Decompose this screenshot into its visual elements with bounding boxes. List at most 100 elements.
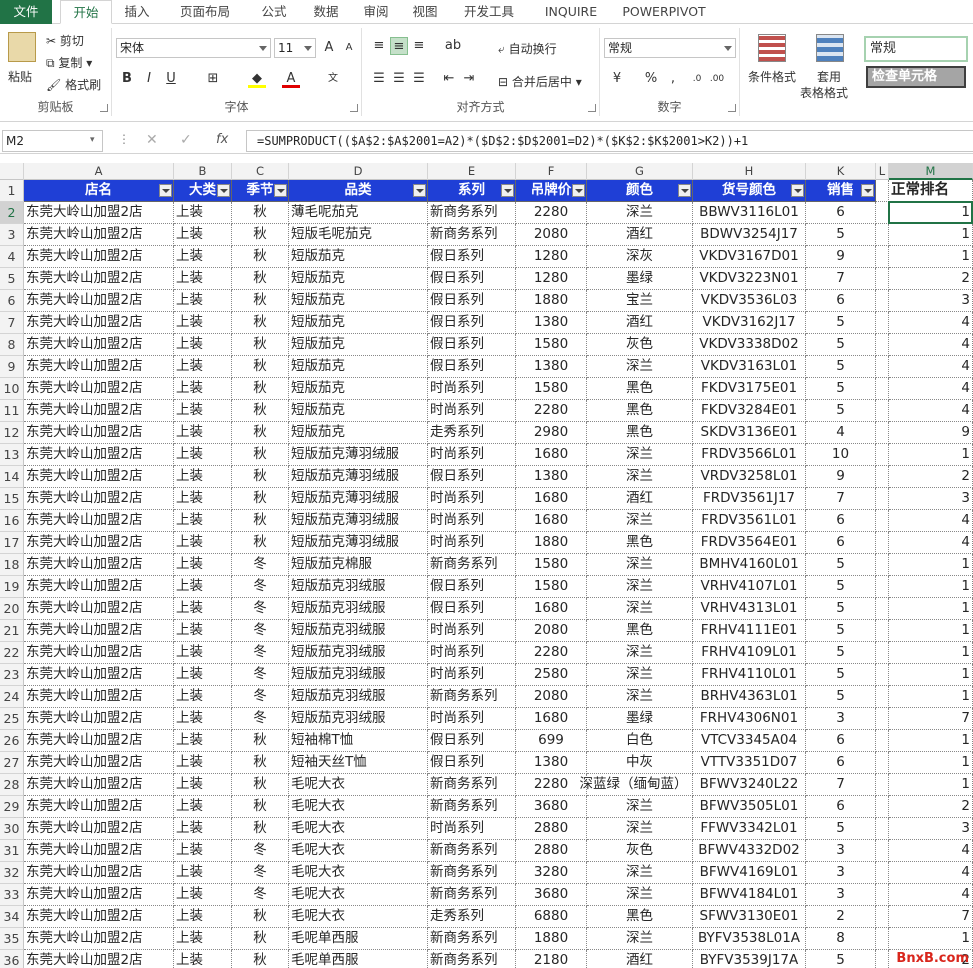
table-cell[interactable]: 上装 <box>174 840 232 862</box>
table-cell[interactable]: 5 <box>806 818 876 840</box>
table-cell[interactable]: 黑色 <box>587 532 693 554</box>
currency-icon[interactable]: ¥ <box>608 70 626 88</box>
table-cell[interactable]: 1580 <box>516 554 587 576</box>
format-painter-button[interactable]: 🖌 格式刷 <box>46 76 101 93</box>
table-cell[interactable]: 上装 <box>174 862 232 884</box>
table-cell[interactable]: 5 <box>806 576 876 598</box>
table-cell[interactable]: 毛呢大衣 <box>289 884 428 906</box>
row-header[interactable]: 32 <box>0 862 24 884</box>
table-cell[interactable]: 6 <box>806 730 876 752</box>
table-cell[interactable]: 东莞大岭山加盟2店 <box>24 928 174 950</box>
table-cell[interactable]: 深兰 <box>587 202 693 224</box>
table-cell[interactable]: 东莞大岭山加盟2店 <box>24 730 174 752</box>
table-cell[interactable]: 秋 <box>232 312 289 334</box>
filter-dropdown-icon[interactable] <box>501 184 514 197</box>
table-cell[interactable]: 新商务系列 <box>428 796 516 818</box>
table-cell[interactable]: 1680 <box>516 488 587 510</box>
table-cell[interactable]: 2880 <box>516 818 587 840</box>
table-cell[interactable]: 短版茄克羽绒服 <box>289 620 428 642</box>
table-cell[interactable]: 墨绿 <box>587 268 693 290</box>
row-header[interactable]: 20 <box>0 598 24 620</box>
table-cell[interactable]: 东莞大岭山加盟2店 <box>24 532 174 554</box>
header-cell[interactable]: 大类 <box>174 180 232 202</box>
rank-cell[interactable]: 4 <box>889 356 973 378</box>
table-cell[interactable]: 4 <box>806 422 876 444</box>
row-header[interactable]: 31 <box>0 840 24 862</box>
table-cell[interactable]: 走秀系列 <box>428 906 516 928</box>
row-header[interactable]: 7 <box>0 312 24 334</box>
header-cell[interactable]: 颜色 <box>587 180 693 202</box>
table-cell[interactable]: 6 <box>806 796 876 818</box>
table-cell[interactable]: 深兰 <box>587 356 693 378</box>
table-cell[interactable]: 中灰 <box>587 752 693 774</box>
table-cell[interactable]: 深灰 <box>587 246 693 268</box>
table-cell[interactable]: 5 <box>806 664 876 686</box>
column-header-e[interactable]: E <box>428 163 516 180</box>
table-cell[interactable]: 黑色 <box>587 378 693 400</box>
table-cell[interactable]: 2580 <box>516 664 587 686</box>
table-cell[interactable]: 秋 <box>232 290 289 312</box>
increase-indent-icon[interactable]: ⇥ <box>460 70 478 88</box>
bold-button[interactable]: B <box>118 70 136 88</box>
table-cell[interactable]: 冬 <box>232 862 289 884</box>
header-cell[interactable]: 货号颜色 <box>693 180 806 202</box>
table-cell[interactable]: 上装 <box>174 488 232 510</box>
table-cell[interactable] <box>876 862 889 884</box>
table-cell[interactable] <box>876 268 889 290</box>
rank-cell[interactable]: 3 <box>889 290 973 312</box>
filter-dropdown-icon[interactable] <box>678 184 691 197</box>
row-header[interactable]: 23 <box>0 664 24 686</box>
row-header[interactable]: 6 <box>0 290 24 312</box>
column-header-m[interactable]: M <box>889 163 973 180</box>
align-middle-icon[interactable]: ≡ <box>390 37 408 55</box>
table-cell[interactable]: 上装 <box>174 290 232 312</box>
table-cell[interactable]: 东莞大岭山加盟2店 <box>24 488 174 510</box>
table-cell[interactable]: 深兰 <box>587 664 693 686</box>
table-cell[interactable]: 3680 <box>516 796 587 818</box>
rank-cell[interactable]: 1 <box>889 730 973 752</box>
table-cell[interactable]: 时尚系列 <box>428 620 516 642</box>
table-cell[interactable]: 深兰 <box>587 466 693 488</box>
table-cell[interactable]: 假日系列 <box>428 752 516 774</box>
row-header[interactable]: 21 <box>0 620 24 642</box>
comma-button[interactable]: , <box>664 70 682 88</box>
table-cell[interactable]: 短袖棉T恤 <box>289 730 428 752</box>
table-cell[interactable]: 秋 <box>232 400 289 422</box>
table-cell[interactable]: 5 <box>806 224 876 246</box>
italic-button[interactable]: I <box>140 70 158 88</box>
tab-10[interactable]: POWERPIVOT <box>616 0 712 24</box>
table-cell[interactable]: 冬 <box>232 642 289 664</box>
table-cell[interactable]: BRHV4363L01 <box>693 686 806 708</box>
table-cell[interactable]: 新商务系列 <box>428 202 516 224</box>
select-all-corner[interactable] <box>0 163 24 180</box>
table-cell[interactable]: 秋 <box>232 818 289 840</box>
row-header[interactable]: 3 <box>0 224 24 246</box>
table-cell[interactable]: 毛呢单西服 <box>289 950 428 968</box>
row-header[interactable]: 27 <box>0 752 24 774</box>
table-cell[interactable]: 新商务系列 <box>428 862 516 884</box>
format-table-button-line2[interactable]: 表格格式 <box>800 84 848 101</box>
table-cell[interactable]: 东莞大岭山加盟2店 <box>24 620 174 642</box>
table-cell[interactable]: 5 <box>806 400 876 422</box>
table-cell[interactable]: 9 <box>806 466 876 488</box>
wrap-text-button[interactable]: ⤶ 自动换行 <box>498 40 557 57</box>
table-cell[interactable]: 上装 <box>174 444 232 466</box>
table-cell[interactable]: VTTV3351D07 <box>693 752 806 774</box>
table-cell[interactable]: 新商务系列 <box>428 774 516 796</box>
table-cell[interactable]: 假日系列 <box>428 466 516 488</box>
paste-icon[interactable] <box>8 32 36 62</box>
tab-5[interactable]: 数据 <box>302 0 350 24</box>
table-cell[interactable]: 短版茄克 <box>289 422 428 444</box>
row-header[interactable]: 9 <box>0 356 24 378</box>
table-cell[interactable] <box>876 752 889 774</box>
table-cell[interactable] <box>876 598 889 620</box>
table-cell[interactable]: 上装 <box>174 378 232 400</box>
table-cell[interactable]: 短版茄克 <box>289 246 428 268</box>
table-cell[interactable]: 酒红 <box>587 312 693 334</box>
table-cell[interactable]: 假日系列 <box>428 268 516 290</box>
table-cell[interactable] <box>876 884 889 906</box>
column-header-k[interactable]: K <box>806 163 876 180</box>
row-header[interactable]: 33 <box>0 884 24 906</box>
fill-color-icon[interactable]: ◆ <box>248 70 266 88</box>
table-cell[interactable]: 毛呢单西服 <box>289 928 428 950</box>
